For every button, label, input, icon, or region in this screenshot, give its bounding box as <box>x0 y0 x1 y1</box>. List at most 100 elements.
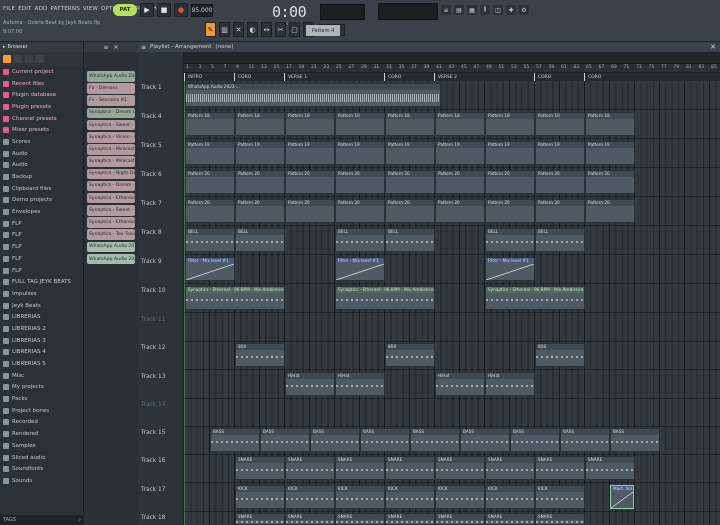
browser-item[interactable]: LIBRERIAS 3 <box>0 335 83 347</box>
playlist-clip[interactable]: BELL <box>535 228 585 252</box>
playlist-clip[interactable]: SNARE <box>435 456 485 480</box>
playlist-clip[interactable]: Pattern 19 <box>435 141 485 165</box>
playlist-clip[interactable]: Pattern 20 <box>235 170 285 194</box>
arrangement-name[interactable]: (none) <box>215 44 233 50</box>
track-label[interactable]: Track 16 <box>141 458 165 464</box>
playlist-clip[interactable]: Filter - Mix level #1 <box>485 257 535 281</box>
playlist-clip[interactable]: Pattern 20 <box>435 170 485 194</box>
track-label[interactable]: Track 12 <box>141 345 165 351</box>
picker-item[interactable]: Synaptics - Minicast… <box>87 156 135 167</box>
browser-item[interactable]: FLP <box>0 253 83 265</box>
browser-item[interactable]: Current project <box>0 66 83 78</box>
browser-item[interactable]: Plugin database <box>0 89 83 101</box>
playlist-clip[interactable]: Synaptics - Ethereal - 96 BPM - Mix Ambi… <box>335 286 435 310</box>
playlist-clip[interactable]: SNARE <box>235 513 285 525</box>
channel-rack-icon[interactable]: ▦ <box>467 5 477 15</box>
playlist-clip[interactable]: Pattern 19 <box>185 141 235 165</box>
browser-item[interactable]: FULL TAG JEYK BEATS <box>0 276 83 288</box>
browser-item[interactable]: Backup <box>0 171 83 183</box>
browser-item[interactable]: Impulses <box>0 288 83 300</box>
playlist-clip[interactable]: SNARE <box>235 456 285 480</box>
playlist-clip[interactable]: BELL <box>335 228 385 252</box>
tags-label[interactable]: TAGS <box>3 517 16 523</box>
picker-item[interactable]: Synaptics - Night Ow… <box>87 168 135 180</box>
browser-all-icon[interactable] <box>3 55 11 63</box>
track-label[interactable]: Track 15 <box>141 430 165 436</box>
browser-item[interactable]: LIBRERIAS <box>0 311 83 323</box>
playlist-clip[interactable]: KICK <box>535 485 585 509</box>
playlist-clip[interactable]: Pattern 20 <box>385 170 435 194</box>
browser-item[interactable]: Envelopes <box>0 206 83 218</box>
picker-item[interactable]: WhatsApp Audio 20… <box>87 241 135 253</box>
playlist-clip[interactable]: BASS <box>210 428 260 452</box>
track-label[interactable]: Track 14 <box>141 402 165 408</box>
stop-icon[interactable]: ■ <box>157 3 171 17</box>
section-marker[interactable]: INTRO <box>184 73 202 81</box>
browser-item[interactable]: Project bones <box>0 405 83 417</box>
browser-item[interactable]: Jeyk Beats <box>0 300 83 312</box>
playlist-clip[interactable]: Pattern 18 <box>285 112 335 136</box>
browser-item[interactable]: Samples <box>0 440 83 452</box>
playlist-clip[interactable]: Pattern 20 <box>285 199 335 223</box>
playlist-grid[interactable]: WhatsApp Audio 2022-... Pattern 18 Pattern… <box>184 81 720 525</box>
playlist-menu-icon[interactable]: ≡ <box>141 44 146 51</box>
timeline-ruler[interactable]: 1 3 5 7 9 11 13 15 17 19 21 23 25 27 29 31 33 35 37 39 41 43 4… <box>184 64 720 73</box>
playlist-clip[interactable]: SNARE <box>335 456 385 480</box>
track-label[interactable]: Track 13 <box>141 374 165 380</box>
picker-item[interactable]: Synaptics - Ethereal… <box>87 192 135 204</box>
track-label[interactable]: Track 6 <box>141 172 162 178</box>
playlist-clip[interactable]: Pattern 20 <box>285 170 335 194</box>
browser-view-icon[interactable] <box>25 55 33 63</box>
picker-item[interactable]: Synaptics - Vision - B… <box>87 131 135 143</box>
playlist-clip[interactable]: Pattern 20 <box>535 170 585 194</box>
playlist-clip[interactable]: BELL <box>485 228 535 252</box>
playlist-clip[interactable]: SNARE <box>585 456 635 480</box>
browser-item[interactable]: Misc <box>0 370 83 382</box>
playlist-clip[interactable]: Pattern 20 <box>335 199 385 223</box>
playlist-clip[interactable]: KICK <box>385 485 435 509</box>
playlist-clip[interactable]: Pattern 20 <box>485 199 535 223</box>
picker-item[interactable]: Synaptics - Dream Q… <box>87 107 135 119</box>
playlist-clip[interactable]: Pattern 18 <box>535 112 585 136</box>
browser-arrow-icon[interactable]: ▸ <box>3 44 6 50</box>
playlist-clip[interactable]: BASS <box>560 428 610 452</box>
browser-item[interactable]: Mixer presets <box>0 124 83 136</box>
play-icon[interactable]: ▶ <box>140 3 154 17</box>
playlist-clip[interactable]: Pattern 18 <box>185 112 235 136</box>
track-label[interactable]: Track 1 <box>141 85 162 91</box>
playlist-clip[interactable]: Pattern 18 <box>585 112 635 136</box>
menu-item[interactable]: EDIT <box>18 6 32 12</box>
picker-item[interactable]: WhatsApp Audio 20… <box>87 71 135 82</box>
browser-item[interactable]: LIBRERIAS 5 <box>0 358 83 370</box>
playlist-clip[interactable]: SNARE <box>485 513 535 525</box>
browser-item[interactable]: Demo projects <box>0 195 83 207</box>
track-label[interactable]: Track 7 <box>141 201 162 207</box>
section-marker[interactable]: CORO <box>234 73 251 81</box>
playlist-clip[interactable]: Pattern 19 <box>285 141 335 165</box>
browser-item[interactable]: Soundfonts <box>0 463 83 475</box>
mixer-icon[interactable]: ⫼ <box>480 5 490 15</box>
browser-item[interactable]: LIBRERIAS 2 <box>0 323 83 335</box>
picker-item[interactable]: Fx - Sessions #1 <box>87 95 135 106</box>
playlist-clip[interactable]: Pattern 20 <box>535 199 585 223</box>
playlist-clip[interactable]: Filter - Mix level #1 <box>185 257 235 281</box>
track-label[interactable]: Track 10 <box>141 288 165 294</box>
section-marker[interactable]: VERSE 1 <box>284 73 307 81</box>
picker-item[interactable]: WhatsApp Audio 20… <box>87 253 135 265</box>
browser-item[interactable]: Packs <box>0 393 83 405</box>
playlist-clip[interactable]: SNARE <box>285 456 335 480</box>
browser-item[interactable]: Clipboard files <box>0 183 83 195</box>
playlist-clip[interactable]: Pattern 20 <box>235 199 285 223</box>
section-marker[interactable]: VERSE 2 <box>434 73 457 81</box>
playlist-clip[interactable]: Synaptics - Ethereal - 96 BPM - Mix Ambi… <box>185 286 285 310</box>
mute-icon[interactable]: ◐ <box>247 22 258 37</box>
browser-item[interactable]: FLP <box>0 241 83 253</box>
browser-item[interactable]: FLP <box>0 265 83 277</box>
playlist-clip[interactable]: BASS <box>310 428 360 452</box>
picker-item[interactable]: Synaptics - Sweet - B… <box>87 205 135 216</box>
playlist-clip[interactable]: HiHat <box>285 372 335 396</box>
playlist-clip[interactable]: Pattern 19 <box>385 141 435 165</box>
playlist-clip[interactable]: Pattern 19 <box>235 141 285 165</box>
playlist-clip[interactable]: SNARE <box>535 513 585 525</box>
playlist-clip[interactable]: Pattern 20 <box>585 170 635 194</box>
